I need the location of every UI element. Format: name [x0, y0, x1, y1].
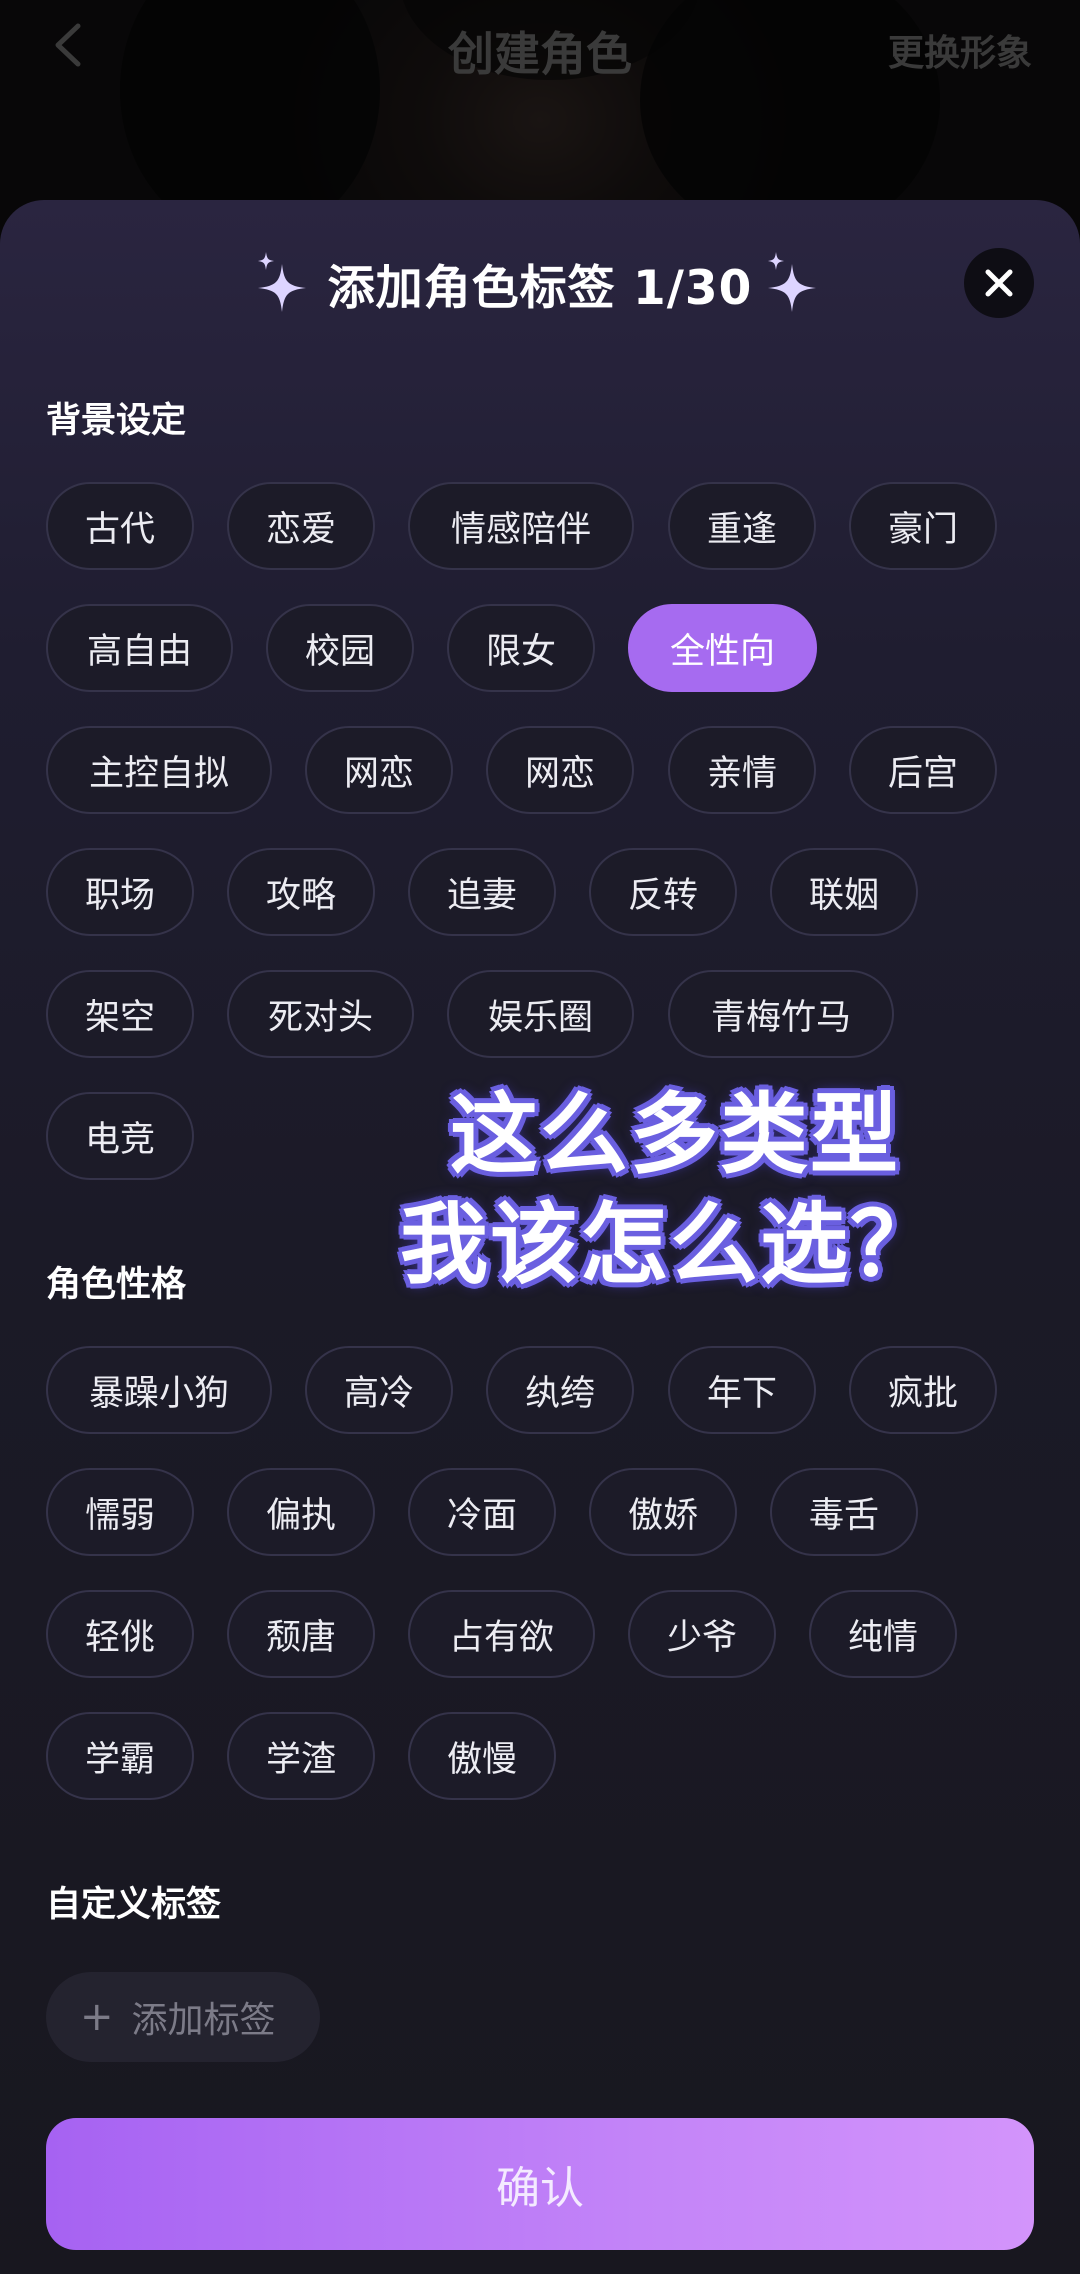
- tag-chip[interactable]: 豪门: [849, 482, 997, 570]
- tag-chip[interactable]: 死对头: [227, 970, 414, 1058]
- tag-chip-selected[interactable]: 全性向: [628, 604, 817, 692]
- tag-chip[interactable]: 轻佻: [46, 1590, 194, 1678]
- tag-chip[interactable]: 电竞: [46, 1092, 194, 1180]
- tag-chip[interactable]: 纨绔: [486, 1346, 634, 1434]
- sparkle-icon: [768, 252, 817, 312]
- tag-chip[interactable]: 颓唐: [227, 1590, 375, 1678]
- section-label-custom: 自定义标签: [46, 1885, 222, 1925]
- close-icon: [985, 269, 1013, 297]
- tag-chip[interactable]: 重逢: [668, 482, 816, 570]
- tag-chip[interactable]: 亲情: [668, 726, 816, 814]
- tag-chip[interactable]: 青梅竹马: [668, 970, 894, 1058]
- tag-chip[interactable]: 职场: [46, 848, 194, 936]
- section-label-personality: 角色性格: [46, 1265, 187, 1305]
- tag-chip[interactable]: 纯情: [809, 1590, 957, 1678]
- tag-chip[interactable]: 联姻: [770, 848, 918, 936]
- tag-chip[interactable]: 娱乐圈: [447, 970, 634, 1058]
- tag-chip[interactable]: 占有欲: [408, 1590, 595, 1678]
- sheet-header: 添加角色标签 1/30: [0, 248, 1080, 318]
- tag-chip[interactable]: 高冷: [305, 1346, 453, 1434]
- tag-chip[interactable]: 毒舌: [770, 1468, 918, 1556]
- tag-chip[interactable]: 网恋: [486, 726, 634, 814]
- tag-chip[interactable]: 少爷: [628, 1590, 776, 1678]
- tag-chip[interactable]: 高自由: [46, 604, 233, 692]
- tag-chip[interactable]: 疯批: [849, 1346, 997, 1434]
- tag-chip[interactable]: 后宫: [849, 726, 997, 814]
- sheet-title: 添加角色标签 1/30: [327, 260, 753, 316]
- close-button[interactable]: [964, 248, 1034, 318]
- tag-chip[interactable]: 学霸: [46, 1712, 194, 1800]
- tag-chip[interactable]: 懦弱: [46, 1468, 194, 1556]
- tag-sheet: 添加角色标签 1/30 背景设定 古代 恋爱 情感陪伴 重逢 豪门 高自由 校园…: [0, 200, 1080, 2274]
- tag-chip[interactable]: 攻略: [227, 848, 375, 936]
- tag-chip[interactable]: 冷面: [408, 1468, 556, 1556]
- tag-chip[interactable]: 恋爱: [227, 482, 375, 570]
- tag-chip[interactable]: 反转: [589, 848, 737, 936]
- plus-icon: +: [80, 1994, 114, 2040]
- section-label-background: 背景设定: [46, 401, 187, 441]
- tag-chip[interactable]: 情感陪伴: [408, 482, 634, 570]
- tag-chip[interactable]: 暴躁小狗: [46, 1346, 272, 1434]
- top-bar: 创建角色 更换形象: [0, 0, 1080, 100]
- tag-chip[interactable]: 主控自拟: [46, 726, 272, 814]
- change-avatar-button[interactable]: 更换形象: [888, 24, 1032, 76]
- tag-chip[interactable]: 追妻: [408, 848, 556, 936]
- sparkle-icon: [257, 252, 306, 312]
- tag-chip[interactable]: 年下: [668, 1346, 816, 1434]
- tag-chip[interactable]: 网恋: [305, 726, 453, 814]
- tag-chip[interactable]: 偏执: [227, 1468, 375, 1556]
- tag-chip[interactable]: 限女: [447, 604, 595, 692]
- confirm-button[interactable]: 确认: [46, 2118, 1034, 2250]
- tag-chip[interactable]: 校园: [266, 604, 414, 692]
- tag-chip[interactable]: 架空: [46, 970, 194, 1058]
- add-tag-button[interactable]: + 添加标签: [46, 1972, 320, 2062]
- tag-chip[interactable]: 古代: [46, 482, 194, 570]
- add-tag-label: 添加标签: [131, 2000, 276, 2041]
- tag-chip[interactable]: 学渣: [227, 1712, 375, 1800]
- tag-chip[interactable]: 傲慢: [408, 1712, 556, 1800]
- tag-chip[interactable]: 傲娇: [589, 1468, 737, 1556]
